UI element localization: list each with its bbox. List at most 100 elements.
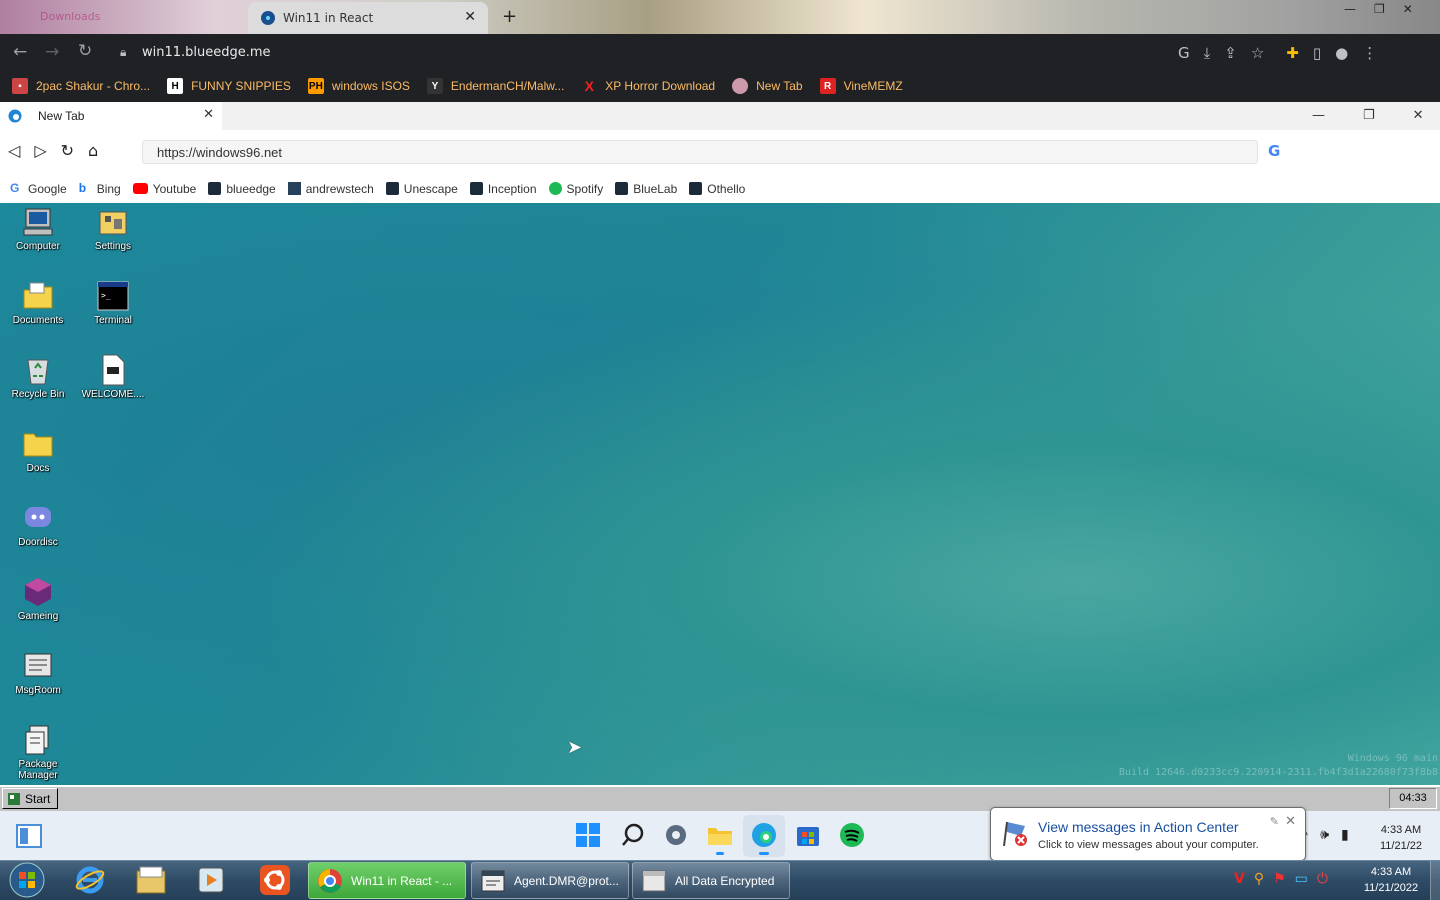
media-player-icon[interactable] bbox=[196, 865, 226, 895]
back-arrow-icon[interactable]: ← bbox=[13, 42, 27, 62]
bookmark-bluelab[interactable]: BlueLab bbox=[615, 182, 677, 196]
bookmark-bing[interactable]: b Bing bbox=[79, 182, 121, 196]
settings-icon bbox=[97, 206, 129, 238]
minimize-icon[interactable]: — bbox=[1312, 108, 1325, 123]
extensions-icon[interactable]: ✚ bbox=[1286, 44, 1299, 62]
desktop-icon-terminal[interactable]: >_ Terminal bbox=[76, 280, 150, 326]
widgets-icon[interactable] bbox=[16, 824, 42, 848]
desktop-icon-doordisc[interactable]: Doordisc bbox=[1, 502, 75, 548]
v-app-icon[interactable]: V bbox=[1234, 871, 1245, 887]
desktop[interactable] bbox=[0, 203, 1440, 785]
ubuntu-icon[interactable] bbox=[259, 864, 291, 896]
bookmark-inception[interactable]: Inception bbox=[469, 182, 537, 196]
chrome-tab-downloads[interactable]: Downloads bbox=[40, 10, 100, 23]
action-center-notification[interactable]: View messages in Action Center Click to … bbox=[990, 807, 1306, 861]
google-lens-icon[interactable]: G bbox=[1178, 44, 1190, 62]
bookmark-new-tab[interactable]: New Tab bbox=[732, 78, 803, 94]
close-tab-icon[interactable]: ✕ bbox=[464, 9, 476, 25]
flag-warning-icon[interactable]: ⚑ bbox=[1273, 871, 1286, 887]
settings-gear-icon[interactable] bbox=[663, 822, 689, 848]
desktop-icon-msgroom[interactable]: MsgRoom bbox=[1, 650, 75, 696]
bookmark-blueedge[interactable]: blueedge bbox=[208, 182, 276, 196]
new-tab-icon[interactable]: + bbox=[502, 6, 517, 27]
bookmark-unescape[interactable]: Unescape bbox=[385, 182, 458, 196]
bookmark-endermanch[interactable]: Y EndermanCH/Malw... bbox=[426, 78, 564, 94]
internet-explorer-icon[interactable] bbox=[75, 865, 105, 895]
folder-icon bbox=[22, 428, 54, 460]
reload-icon[interactable]: ↻ bbox=[61, 141, 74, 160]
bookmark-windows-isos[interactable]: PH windows ISOS bbox=[307, 78, 410, 94]
star-bookmark-icon[interactable]: ☆ bbox=[1251, 44, 1264, 62]
bookmark-spotify[interactable]: Spotify bbox=[548, 182, 603, 196]
battery-icon[interactable]: ▮ bbox=[1341, 827, 1349, 843]
bookmark-andrewstech[interactable]: andrewstech bbox=[287, 182, 374, 196]
install-icon[interactable]: ⤓ bbox=[1204, 44, 1211, 62]
forward-icon[interactable]: ▷ bbox=[34, 141, 46, 160]
markdown-file-icon bbox=[97, 354, 129, 386]
w11-clock[interactable]: 4:33 AM 11/21/22 bbox=[1370, 822, 1432, 854]
search-tray-icon[interactable]: ⚲ bbox=[1254, 871, 1264, 887]
minimize-icon[interactable]: — bbox=[1344, 2, 1356, 16]
desktop-icon-gameing[interactable]: Gameing bbox=[1, 576, 75, 622]
desktop-icon-computer[interactable]: Computer bbox=[1, 206, 75, 252]
chrome-address-bar[interactable]: 🔒︎ win11.blueedge.me bbox=[108, 40, 1168, 66]
running-indicator bbox=[716, 852, 724, 855]
desktop-icon-documents[interactable]: Documents bbox=[1, 280, 75, 326]
volume-icon[interactable]: 🕪︎ bbox=[1320, 827, 1329, 843]
build-watermark: Windows 96 main Build 12646.d0233cc9.220… bbox=[1118, 753, 1438, 778]
back-icon[interactable]: ◁ bbox=[8, 141, 20, 160]
desktop-icon-package-manager[interactable]: Package Manager bbox=[1, 724, 75, 781]
w7-window-all-data-encrypted[interactable]: All Data Encrypted bbox=[632, 862, 790, 899]
desktop-icon-welcome[interactable]: WELCOME.... bbox=[76, 354, 150, 400]
spotify-icon[interactable] bbox=[839, 822, 865, 848]
google-search-icon[interactable]: G bbox=[1268, 142, 1280, 160]
bookmark-2pac[interactable]: ▪ 2pac Shakur - Chro... bbox=[12, 78, 150, 94]
notification-subtitle: Click to view messages about your comput… bbox=[1038, 839, 1259, 851]
restore-icon[interactable]: ❐ bbox=[1374, 2, 1385, 16]
bookmark-othello[interactable]: Othello bbox=[689, 182, 745, 196]
forward-arrow-icon[interactable]: → bbox=[45, 42, 59, 62]
chrome-tab-active[interactable]: Win11 in React ✕ bbox=[248, 2, 488, 34]
notification-title: View messages in Action Center bbox=[1038, 819, 1239, 835]
windows-start-icon[interactable] bbox=[575, 822, 601, 848]
profile-avatar-icon[interactable]: ● bbox=[1335, 44, 1348, 62]
blank-window-icon bbox=[641, 868, 667, 894]
store-icon[interactable] bbox=[795, 822, 821, 848]
share-icon[interactable]: ⇪ bbox=[1224, 44, 1237, 62]
reload-icon[interactable]: ↻ bbox=[78, 41, 92, 61]
desktop-icon-settings[interactable]: Settings bbox=[76, 206, 150, 252]
side-panel-icon[interactable]: ▯ bbox=[1313, 44, 1321, 62]
close-icon[interactable]: ✕ bbox=[1403, 2, 1413, 16]
w7-clock[interactable]: 4:33 AM 11/21/2022 bbox=[1356, 864, 1426, 896]
power-icon[interactable]: ⏻ bbox=[1317, 871, 1328, 887]
bookmark-funny-snippies[interactable]: H FUNNY SNIPPIES bbox=[167, 78, 291, 94]
home-icon[interactable]: ⌂ bbox=[88, 141, 98, 160]
search-icon[interactable] bbox=[620, 822, 646, 848]
chrome-toolbar-actions: G ⤓ ⇪ ☆ ✚ ▯ ● ⋮ bbox=[1178, 44, 1377, 62]
pin-icon[interactable]: ✎ bbox=[1270, 815, 1279, 828]
bookmark-youtube[interactable]: Youtube bbox=[132, 182, 196, 196]
w7-window-agent-dmr[interactable]: Agent.DMR@prot... bbox=[471, 862, 629, 899]
inner-nav-buttons: ◁ ▷ ↻ ⌂ bbox=[8, 141, 98, 160]
file-explorer-icon[interactable] bbox=[135, 865, 167, 895]
inner-url-input[interactable]: https://windows96.net bbox=[142, 140, 1258, 164]
maximize-icon[interactable]: ❐ bbox=[1363, 108, 1375, 123]
show-desktop-button[interactable] bbox=[1430, 861, 1440, 900]
monitor-icon[interactable]: ▭ bbox=[1295, 871, 1308, 887]
desktop-icon-docs[interactable]: Docs bbox=[1, 428, 75, 474]
close-notification-icon[interactable]: ✕ bbox=[1285, 814, 1296, 829]
w96-start-button[interactable]: Start bbox=[2, 788, 58, 809]
w7-window-win11-in-react[interactable]: Win11 in React - ... bbox=[308, 862, 466, 899]
desktop-icon-recycle-bin[interactable]: Recycle Bin bbox=[1, 354, 75, 400]
bookmark-xp-horror[interactable]: X XP Horror Download bbox=[581, 78, 716, 94]
inner-tab[interactable]: New Tab ✕ bbox=[0, 102, 222, 130]
package-manager-icon bbox=[22, 724, 54, 756]
bookmark-vinememz[interactable]: R VineMEMZ bbox=[819, 78, 903, 94]
file-explorer-icon[interactable] bbox=[707, 822, 733, 848]
close-icon[interactable]: ✕ bbox=[1413, 108, 1424, 123]
windows7-orb-icon[interactable] bbox=[8, 862, 46, 898]
menu-kebab-icon[interactable]: ⋮ bbox=[1362, 44, 1377, 62]
close-tab-icon[interactable]: ✕ bbox=[203, 107, 214, 122]
edge-icon[interactable] bbox=[751, 822, 777, 848]
bookmark-google[interactable]: G Google bbox=[10, 182, 67, 196]
